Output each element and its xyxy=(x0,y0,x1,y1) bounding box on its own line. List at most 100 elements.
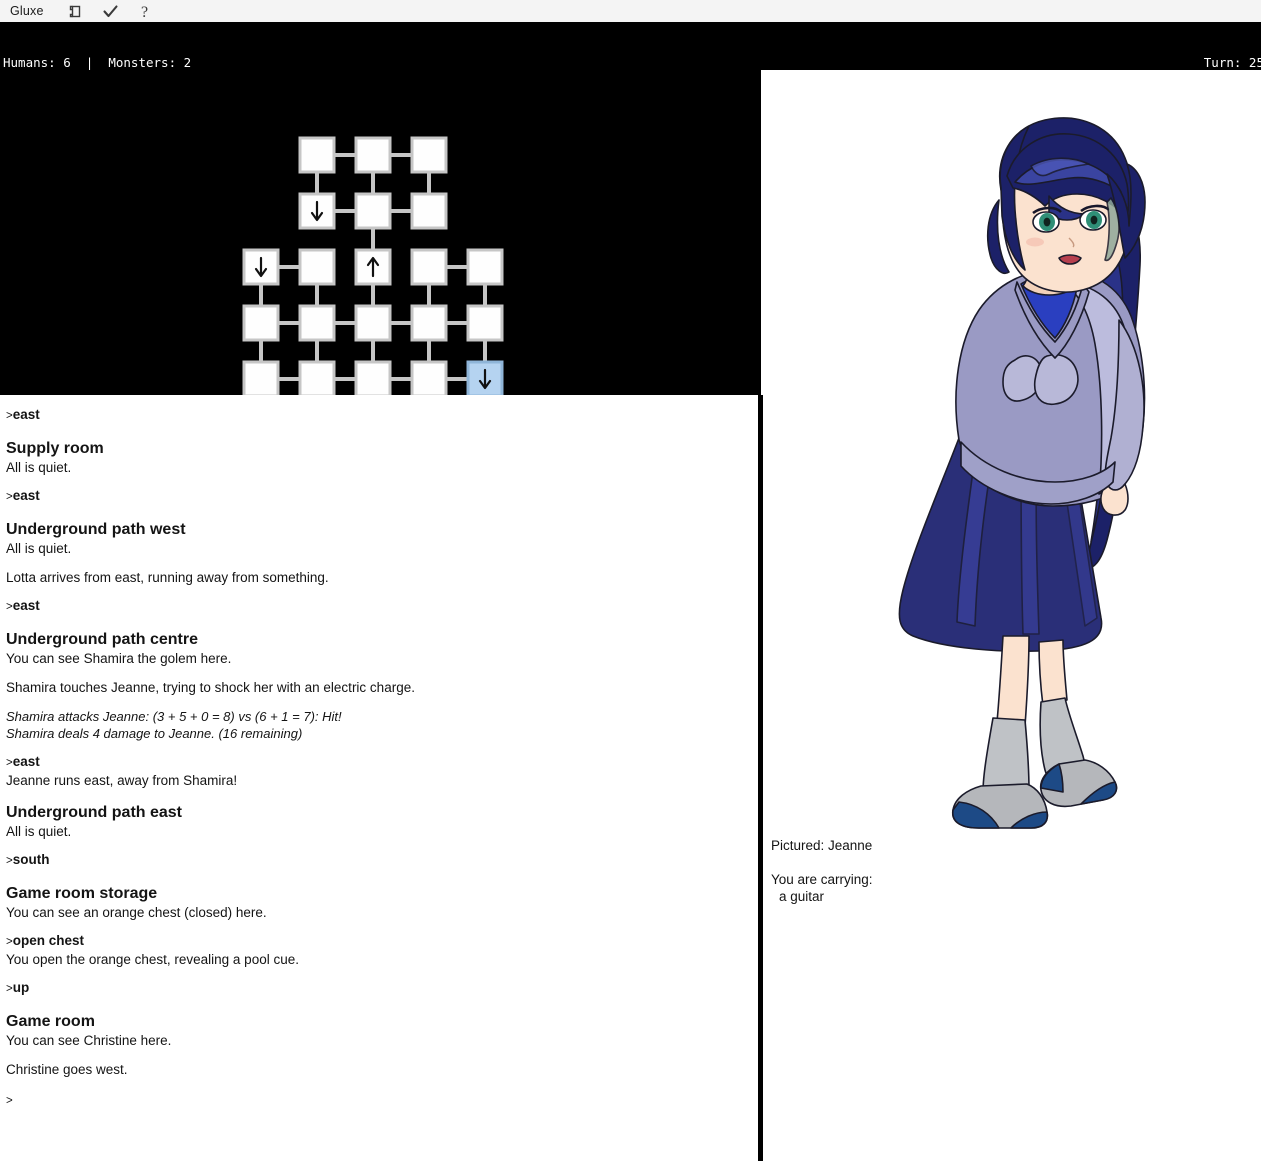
transcript-body: Jeanne runs east, away from Shamira! xyxy=(6,773,238,788)
map-room[interactable] xyxy=(354,248,392,286)
command-text: east xyxy=(12,488,40,503)
map-room-box xyxy=(242,360,280,395)
transcript-body: All is quiet. xyxy=(6,460,72,475)
transcript-body: You open the orange chest, revealing a p… xyxy=(6,952,299,967)
game-window: Gluxe ? Humans: 6 | Monsters: 2 Turn: 25… xyxy=(0,0,1261,1161)
character-portrait xyxy=(763,70,1261,840)
transcript-combat-line: Shamira attacks Jeanne: (3 + 5 + 0 = 8) … xyxy=(6,709,342,724)
transcript-command: >open chest xyxy=(0,932,758,951)
prompt-caret: > xyxy=(6,757,13,769)
map-room-box xyxy=(410,192,448,230)
map-room-box xyxy=(298,304,336,342)
map-room-box xyxy=(354,192,392,230)
map-room[interactable] xyxy=(354,304,392,342)
map-room[interactable] xyxy=(410,248,448,286)
transcript-command: >up xyxy=(0,979,758,998)
svg-text:?: ? xyxy=(141,4,148,20)
transcript-prompt: > xyxy=(0,1091,758,1110)
status-right: Turn: 25 Score: 144 Difficulty 112% xyxy=(1151,24,1261,70)
scroll-icon[interactable] xyxy=(68,3,85,20)
transcript-body: You can see Christine here. xyxy=(6,1033,172,1048)
map-room[interactable] xyxy=(354,360,392,395)
transcript-panel[interactable]: >east Supply room All is quiet. >east Underg… xyxy=(0,395,758,1161)
transcript-body: You can see Shamira the golem here. xyxy=(6,651,232,666)
transcript-combat-line: Shamira deals 4 damage to Jeanne. (16 re… xyxy=(6,726,303,741)
map-room-box xyxy=(410,360,448,395)
transcript-body: All is quiet. xyxy=(6,824,72,839)
map-room[interactable] xyxy=(410,192,448,230)
prompt-caret: > xyxy=(6,855,13,867)
transcript-room-title: Game room xyxy=(6,1013,95,1030)
transcript-command: >east xyxy=(0,597,758,616)
map-room-box xyxy=(354,136,392,174)
map-room-box xyxy=(410,136,448,174)
prompt-caret: > xyxy=(6,601,13,613)
transcript-command: >east xyxy=(0,487,758,506)
check-icon[interactable] xyxy=(102,3,119,20)
status-humans-monsters: Humans: 6 | Monsters: 2 xyxy=(3,55,192,70)
map-graph[interactable] xyxy=(0,70,761,395)
map-room[interactable] xyxy=(410,304,448,342)
character-info: Pictured: Jeanne You are carrying: a gui… xyxy=(771,837,1251,905)
map-room-box xyxy=(298,248,336,286)
prompt-caret: > xyxy=(6,491,13,503)
window-title: Gluxe xyxy=(10,4,44,18)
transcript-event: Lotta arrives from east, running away fr… xyxy=(6,570,329,585)
map-room-box xyxy=(298,360,336,395)
transcript-event: Shamira touches Jeanne, trying to shock … xyxy=(6,680,415,695)
title-bar: Gluxe ? xyxy=(0,0,1261,23)
map-room-box xyxy=(354,304,392,342)
map-room[interactable] xyxy=(466,304,504,342)
map-room[interactable] xyxy=(410,136,448,174)
map-room-current[interactable] xyxy=(466,360,504,395)
transcript-room-title: Game room storage xyxy=(6,885,158,902)
map-room[interactable] xyxy=(298,304,336,342)
title-bar-icons: ? xyxy=(68,3,153,21)
map-room[interactable] xyxy=(354,192,392,230)
map-room[interactable] xyxy=(242,248,280,286)
map-room[interactable] xyxy=(466,248,504,286)
transcript-room-title: Underground path west xyxy=(6,521,186,538)
transcript-command: >south xyxy=(0,851,758,870)
transcript-room-title: Underground path east xyxy=(6,804,183,821)
command-text: south xyxy=(12,852,50,867)
map-room-box xyxy=(354,360,392,395)
map-room[interactable] xyxy=(298,192,336,230)
map-room[interactable] xyxy=(298,136,336,174)
map-room-box xyxy=(466,248,504,286)
command-text: east xyxy=(12,754,40,769)
map-room[interactable] xyxy=(298,248,336,286)
transcript-room-title: Supply room xyxy=(6,440,104,457)
command-text: east xyxy=(12,407,40,422)
prompt-caret: > xyxy=(6,936,13,948)
transcript-body: All is quiet. xyxy=(6,541,72,556)
help-icon[interactable]: ? xyxy=(136,3,153,21)
map-room[interactable] xyxy=(242,304,280,342)
carrying-item: a guitar xyxy=(779,889,825,904)
prompt-caret: > xyxy=(6,983,13,995)
prompt-caret: > xyxy=(6,410,13,422)
command-text: open chest xyxy=(12,933,84,948)
map-room-box xyxy=(298,136,336,174)
status-left: Humans: 6 | Monsters: 2 Race: human Jean… xyxy=(3,24,485,70)
map-room-box xyxy=(410,248,448,286)
transcript-command: >east xyxy=(0,406,758,425)
pictured-label: Pictured: Jeanne xyxy=(771,838,873,853)
transcript-event: Christine goes west. xyxy=(6,1062,128,1077)
map-room-box xyxy=(466,304,504,342)
map-room[interactable] xyxy=(354,136,392,174)
command-text: east xyxy=(12,598,40,613)
command-text: up xyxy=(12,980,30,995)
status-turn: Turn: 25 xyxy=(1203,55,1261,70)
map-room[interactable] xyxy=(298,360,336,395)
prompt-caret[interactable]: > xyxy=(6,1095,13,1107)
map-room[interactable] xyxy=(242,360,280,395)
map-room-box xyxy=(242,304,280,342)
map-panel[interactable] xyxy=(0,70,761,395)
map-room-box xyxy=(410,304,448,342)
transcript-room-title: Underground path centre xyxy=(6,631,199,648)
carrying-label: You are carrying: xyxy=(771,872,873,887)
jeanne-portrait-image xyxy=(763,70,1261,840)
character-panel: Pictured: Jeanne You are carrying: a gui… xyxy=(763,70,1261,1161)
map-room[interactable] xyxy=(410,360,448,395)
